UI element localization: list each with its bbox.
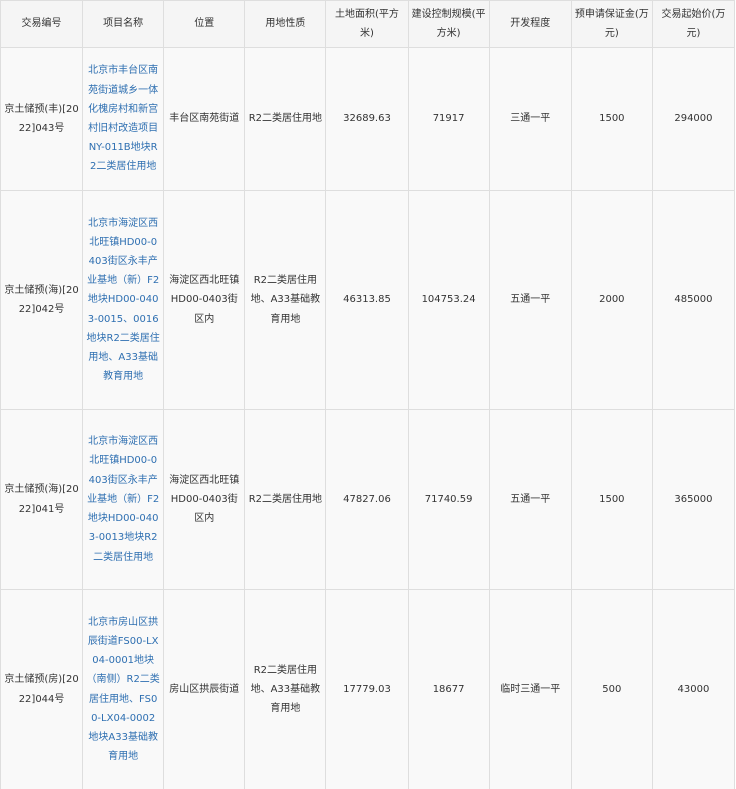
- cell-area: 17779.03: [325, 589, 409, 789]
- cell-development: 五通一平: [488, 190, 572, 410]
- cell-building-scale: 71740.59: [407, 409, 490, 590]
- cell-development: 临时三通一平: [488, 589, 572, 789]
- cell-building-scale: 71917: [407, 47, 490, 191]
- header-trade-no: 交易编号: [0, 0, 84, 48]
- cell-land-use: R2二类居住用地、A33基础教育用地: [244, 589, 327, 789]
- cell-building-scale: 18677: [407, 589, 490, 789]
- header-deposit: 预申请保证金(万元): [570, 0, 653, 48]
- cell-area: 47827.06: [325, 409, 409, 590]
- table-row: 京土储预(海)[2022]041号 北京市海淀区西北旺镇HD00-0403街区永…: [0, 409, 736, 590]
- cell-location: 海淀区西北旺镇HD00-0403街区内: [163, 190, 246, 410]
- header-development: 开发程度: [488, 0, 572, 48]
- cell-trade-no: 京土储预(房)[2022]044号: [0, 589, 84, 789]
- cell-location: 房山区拱辰街道: [163, 589, 246, 789]
- cell-development: 五通一平: [488, 409, 572, 590]
- cell-project-name-link[interactable]: 北京市房山区拱辰街道FS00-LX04-0001地块（南侧）R2二类居住用地、F…: [82, 589, 165, 789]
- cell-trade-no: 京土储预(海)[2022]041号: [0, 409, 84, 590]
- cell-project-name-link[interactable]: 北京市海淀区西北旺镇HD00-0403街区永丰产业基地（新）F2地块HD00-0…: [82, 409, 165, 590]
- header-building-scale: 建设控制规模(平方米): [407, 0, 490, 48]
- cell-deposit: 2000: [570, 190, 653, 410]
- cell-development: 三通一平: [488, 47, 572, 191]
- land-transaction-table: 交易编号 项目名称 位置 用地性质 土地面积(平方米) 建设控制规模(平方米) …: [0, 0, 736, 789]
- header-land-use: 用地性质: [244, 0, 327, 48]
- cell-area: 32689.63: [325, 47, 409, 191]
- cell-location: 丰台区南苑街道: [163, 47, 246, 191]
- table-row: 京土储预(海)[2022]042号 北京市海淀区西北旺镇HD00-0403街区永…: [0, 190, 736, 410]
- header-location: 位置: [163, 0, 246, 48]
- cell-land-use: R2二类居住用地: [244, 409, 327, 590]
- cell-trade-no: 京土储预(海)[2022]042号: [0, 190, 84, 410]
- table-row: 京土储预(房)[2022]044号 北京市房山区拱辰街道FS00-LX04-00…: [0, 589, 736, 789]
- cell-building-scale: 104753.24: [407, 190, 490, 410]
- header-project-name: 项目名称: [82, 0, 165, 48]
- cell-land-use: R2二类居住用地、A33基础教育用地: [244, 190, 327, 410]
- cell-deposit: 1500: [570, 409, 653, 590]
- cell-project-name-link[interactable]: 北京市海淀区西北旺镇HD00-0403街区永丰产业基地（新）F2地块HD00-0…: [82, 190, 165, 410]
- cell-land-use: R2二类居住用地: [244, 47, 327, 191]
- cell-project-name-link[interactable]: 北京市丰台区南苑街道城乡一体化槐房村和新宫村旧村改造项目NY-011B地块R2二…: [82, 47, 165, 191]
- cell-deposit: 1500: [570, 47, 653, 191]
- table-row: 京土储预(丰)[2022]043号 北京市丰台区南苑街道城乡一体化槐房村和新宫村…: [0, 47, 736, 191]
- header-start-price: 交易起始价(万元): [651, 0, 736, 48]
- cell-deposit: 500: [570, 589, 653, 789]
- cell-start-price: 294000: [651, 47, 736, 191]
- cell-start-price: 485000: [651, 190, 736, 410]
- cell-location: 海淀区西北旺镇HD00-0403街区内: [163, 409, 246, 590]
- cell-start-price: 43000: [651, 589, 736, 789]
- cell-area: 46313.85: [325, 190, 409, 410]
- table-header-row: 交易编号 项目名称 位置 用地性质 土地面积(平方米) 建设控制规模(平方米) …: [0, 0, 736, 48]
- cell-trade-no: 京土储预(丰)[2022]043号: [0, 47, 84, 191]
- cell-start-price: 365000: [651, 409, 736, 590]
- header-area: 土地面积(平方米): [325, 0, 409, 48]
